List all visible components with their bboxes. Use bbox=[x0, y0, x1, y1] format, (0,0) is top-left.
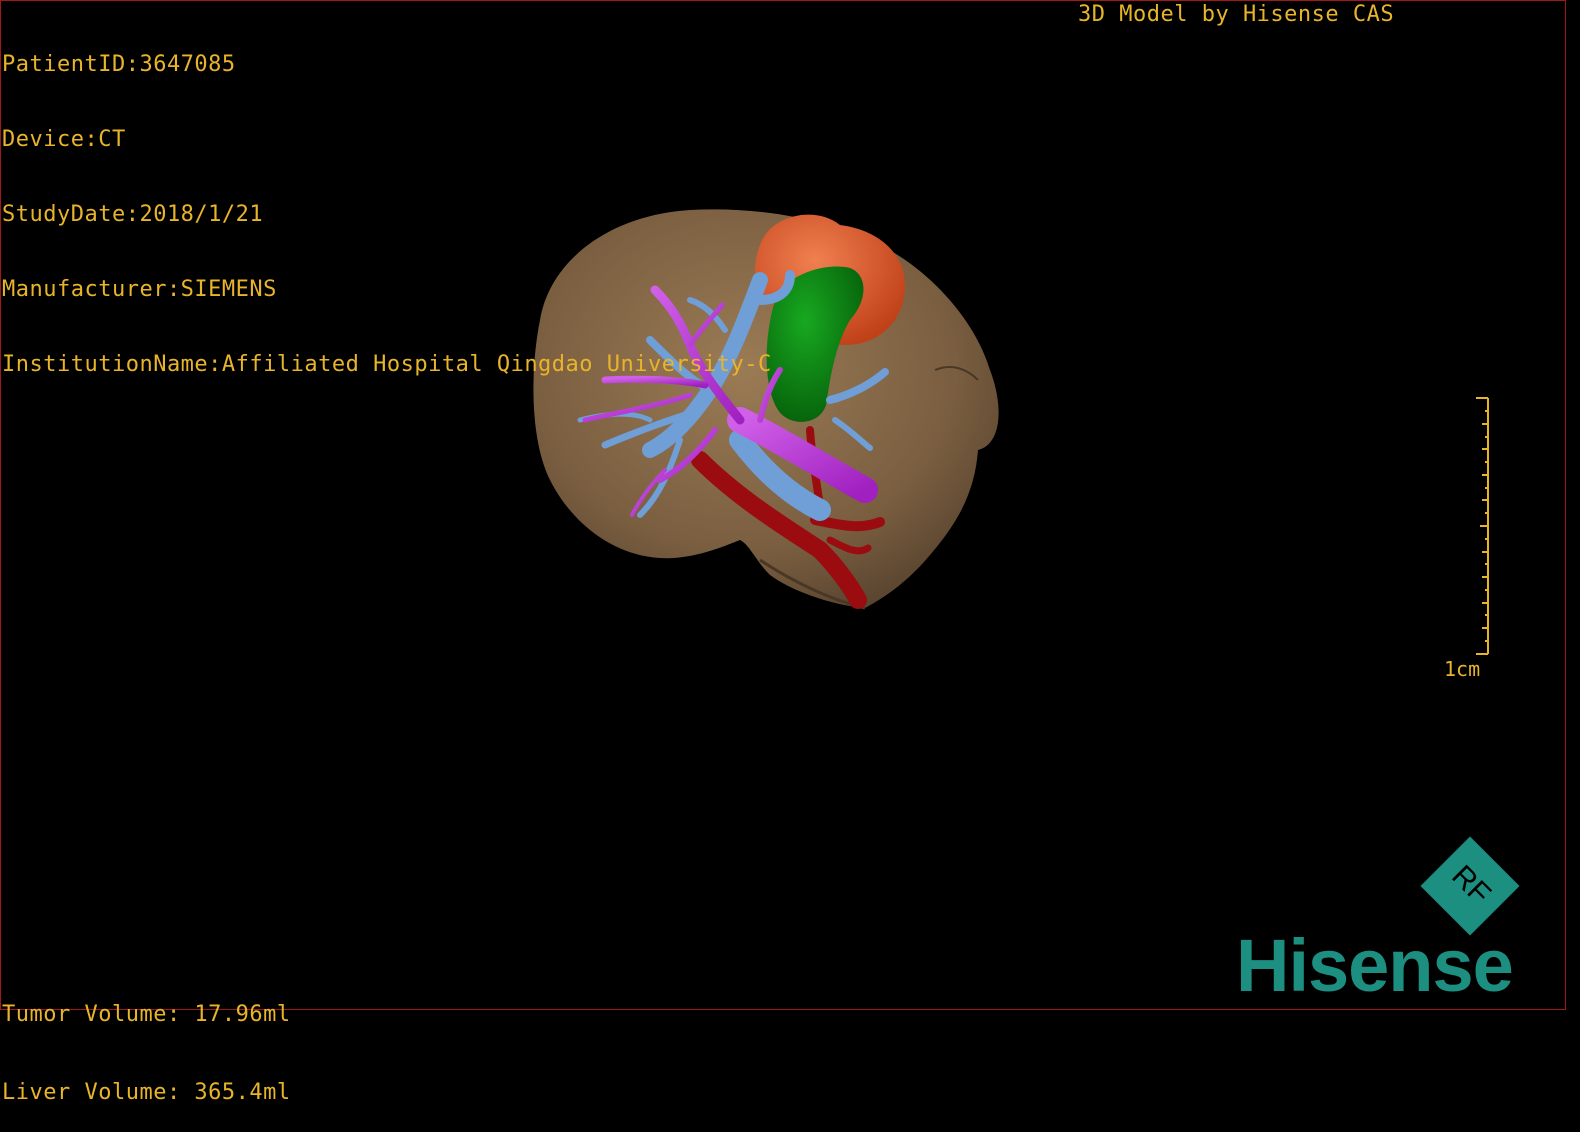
model-credit-label: 3D Model by Hisense CAS bbox=[1078, 2, 1395, 27]
tumor-volume-label: Tumor Volume: 17.96ml bbox=[2, 1002, 291, 1027]
manufacturer-label: Manufacturer:SIEMENS bbox=[2, 277, 277, 302]
scale-label: 1cm bbox=[1444, 657, 1481, 681]
institution-label: InstitutionName:Affiliated Hospital Qing… bbox=[2, 352, 772, 377]
hisense-logo: Hisense bbox=[1236, 924, 1514, 1007]
dicom-info-overlay: PatientID:3647085 Device:CT StudyDate:20… bbox=[2, 2, 772, 402]
patient-id-label: PatientID:3647085 bbox=[2, 52, 236, 77]
liver-volume-label: Liver Volume: 365.4ml bbox=[2, 1080, 291, 1105]
device-label: Device:CT bbox=[2, 127, 126, 152]
scale-ruler bbox=[1476, 397, 1489, 655]
volume-info: Tumor Volume: 17.96ml Liver Volume: 365.… bbox=[2, 950, 291, 1132]
study-date-label: StudyDate:2018/1/21 bbox=[2, 202, 264, 227]
